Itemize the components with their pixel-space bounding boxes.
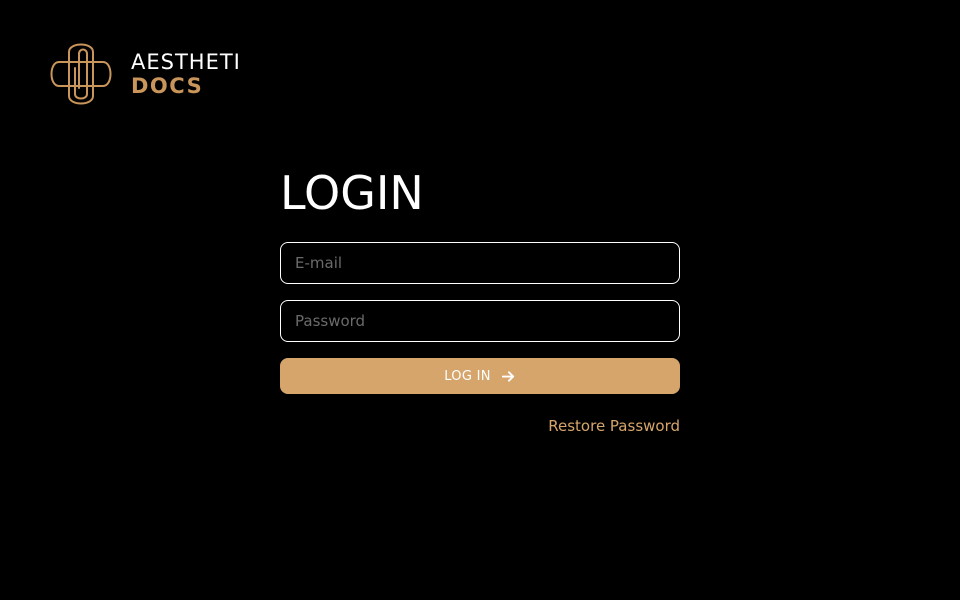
login-button[interactable]: LOG IN <box>280 358 680 394</box>
arrow-right-icon <box>501 370 514 382</box>
restore-row: Restore Password <box>280 416 680 435</box>
login-form: LOGIN LOG IN Restore Password <box>280 166 680 435</box>
brand-name-line2: DOCS <box>131 73 204 98</box>
brand-logo[interactable]: AESTHETI DOCS <box>45 38 241 110</box>
restore-password-link[interactable]: Restore Password <box>548 417 680 435</box>
login-button-label: LOG IN <box>444 368 491 384</box>
paperclip-logo-icon <box>50 43 112 105</box>
password-field[interactable] <box>280 300 680 342</box>
page-title: LOGIN <box>280 166 424 220</box>
brand-name-line1: AESTHETI <box>131 49 241 74</box>
email-field[interactable] <box>280 242 680 284</box>
brand-wordmark: AESTHETI DOCS <box>131 49 241 98</box>
